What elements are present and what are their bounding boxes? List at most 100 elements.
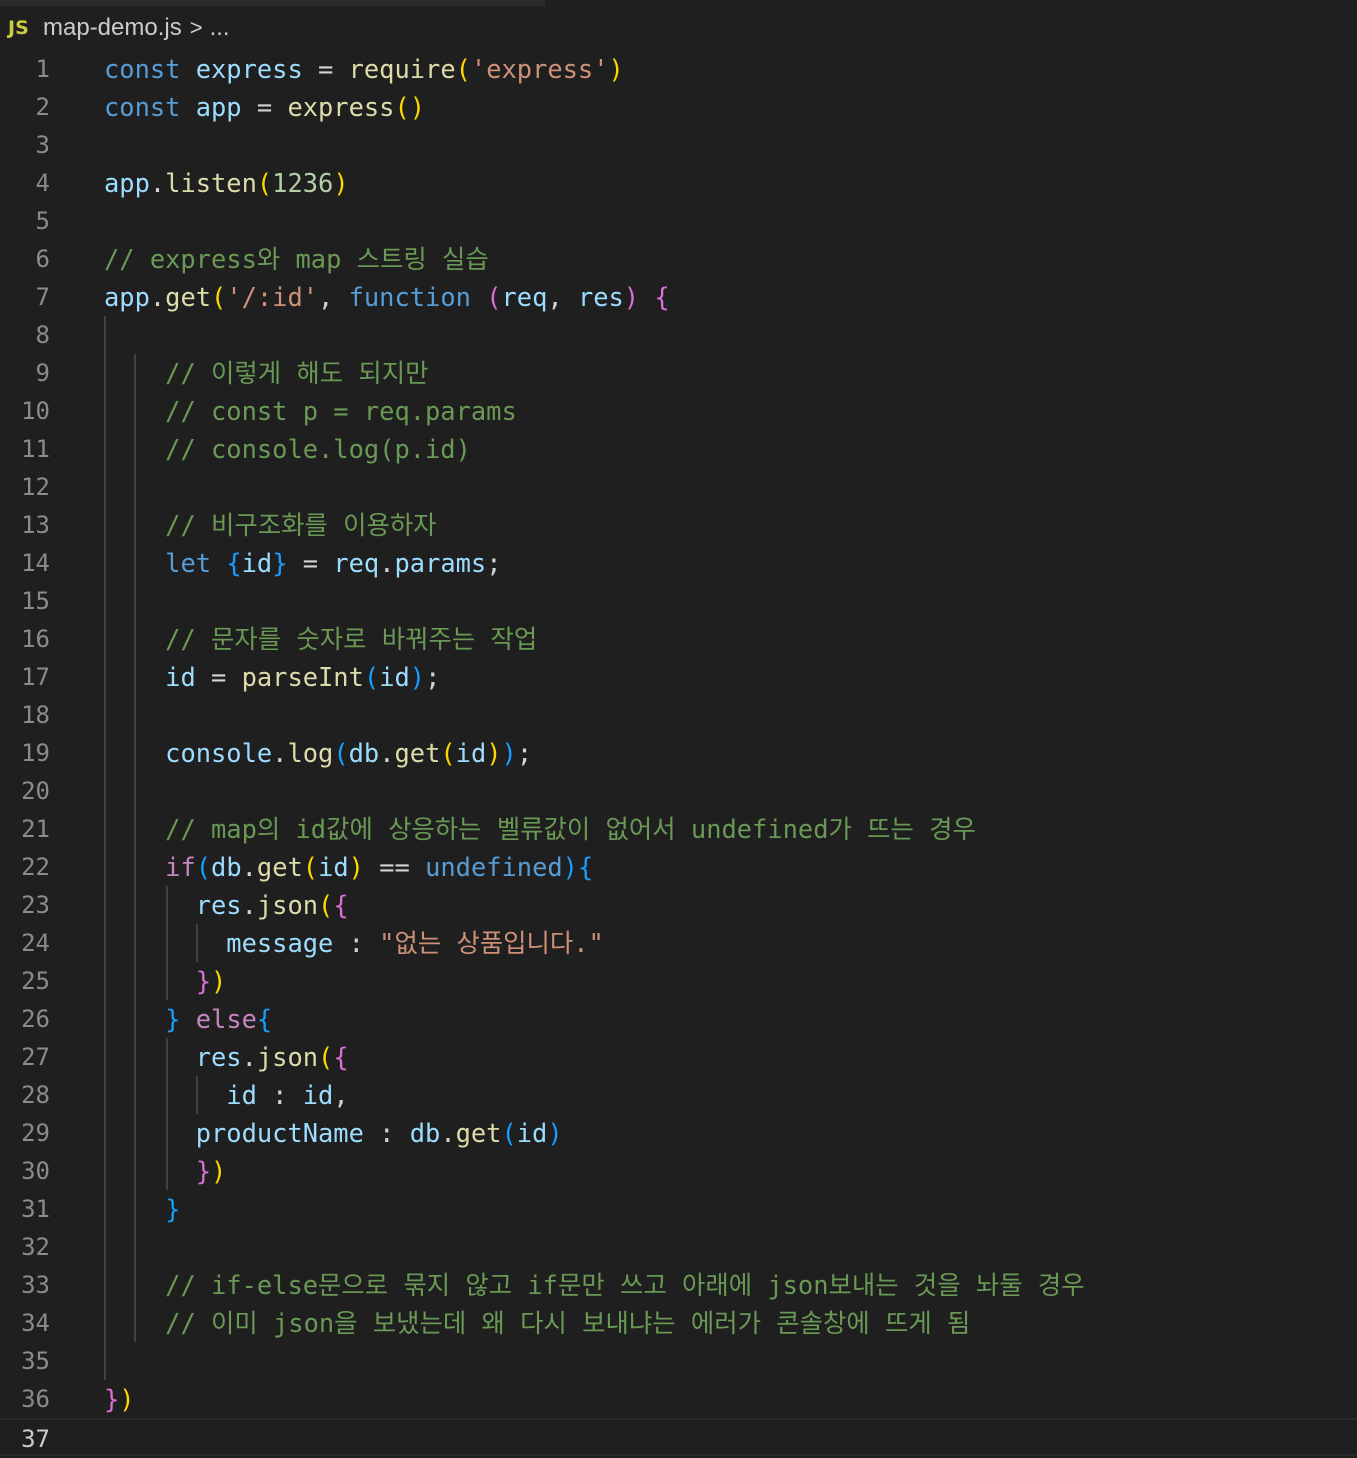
code-line[interactable]: 19 console.log(db.get(id)); [0,734,1357,772]
breadcrumb-symbols[interactable]: ... [210,14,230,42]
code-line[interactable]: 5 [0,202,1357,240]
code-line[interactable]: 14 let {id} = req.params; [0,544,1357,582]
code-line[interactable]: 28 id : id, [0,1076,1357,1114]
code-text[interactable]: res.json({ [104,886,349,924]
code-token: res [577,282,624,312]
code-line[interactable]: 9 // 이렇게 해도 되지만 [0,354,1357,392]
code-text[interactable]: }) [104,1380,135,1418]
code-line[interactable]: 10 // const p = req.params [0,392,1357,430]
code-line[interactable]: 21 // map의 id값에 상응하는 벨류값이 없어서 undefined가… [0,810,1357,848]
code-line[interactable]: 7 app.get('/:id', function (req, res) { [0,278,1357,316]
code-token: app [104,168,150,198]
code-line[interactable]: 30 }) [0,1152,1357,1190]
code-token: } [195,966,212,996]
code-token: message [226,928,334,958]
code-line[interactable]: 34 // 이미 json을 보냈는데 왜 다시 보내냐는 에러가 콘솔창에 뜨… [0,1304,1357,1342]
code-token: id [241,548,273,578]
code-text[interactable]: // 이미 json을 보냈는데 왜 다시 보내냐는 에러가 콘솔창에 뜨게 됨 [104,1304,970,1342]
code-text[interactable]: // if-else문으로 묶지 않고 if문만 쓰고 아래에 json보내는 … [104,1266,1084,1304]
code-line[interactable]: 15 [0,582,1357,620]
code-text[interactable]: res.json({ [104,1038,349,1076]
code-token: ( [256,168,273,198]
code-text[interactable]: id = parseInt(id); [104,658,440,696]
code-line[interactable]: 4 app.listen(1236) [0,164,1357,202]
code-token: express [195,54,303,84]
line-number: 25 [21,967,50,995]
code-text[interactable]: // 비구조화를 이용하자 [104,506,436,544]
code-token: . [379,548,395,578]
code-token: == [363,852,426,882]
code-text[interactable]: const express = require('express') [104,50,624,88]
code-line[interactable]: 17 id = parseInt(id); [0,658,1357,696]
code-text[interactable]: // express와 map 스트링 실습 [104,240,489,278]
code-token: // console.log(p.id) [165,434,471,464]
code-token: ) [211,966,227,996]
line-number: 32 [21,1233,50,1261]
code-text[interactable]: id : id, [104,1076,348,1114]
line-number: 29 [21,1119,50,1147]
code-line[interactable]: 18 [0,696,1357,734]
code-token: : [363,1118,410,1148]
code-line[interactable]: 11 // console.log(p.id) [0,430,1357,468]
code-token: res [195,1042,242,1072]
code-line[interactable]: 36}) [0,1380,1357,1418]
code-text[interactable]: // console.log(p.id) [104,430,471,468]
code-line[interactable]: 3 [0,126,1357,164]
breadcrumb-file[interactable]: map-demo.js [43,14,182,42]
code-text[interactable]: }) [104,962,227,1000]
code-line[interactable]: 33 // if-else문으로 묶지 않고 if문만 쓰고 아래에 json보… [0,1266,1357,1304]
code-line[interactable]: 25 }) [0,962,1357,1000]
code-line[interactable]: 16 // 문자를 숫자로 바꿔주는 작업 [0,620,1357,658]
code-text[interactable]: } [104,1190,180,1228]
code-editor[interactable]: 1 const express = require('express') 2 cons… [0,50,1357,1456]
code-line[interactable]: 13 // 비구조화를 이용하자 [0,506,1357,544]
code-text[interactable]: let {id} = req.params; [104,544,501,582]
code-line[interactable]: 2 const app = express() [0,88,1357,126]
code-token: ( [363,662,380,692]
code-text[interactable]: message : "없는 상품입니다." [104,924,604,962]
code-line[interactable]: 6 // express와 map 스트링 실습 [0,240,1357,278]
code-text[interactable]: const app = express() [104,88,425,126]
code-line[interactable]: 29 productName : db.get(id) [0,1114,1357,1152]
code-token: express [287,92,395,122]
code-line[interactable]: 24 message : "없는 상품입니다." [0,924,1357,962]
line-number: 19 [21,739,50,767]
code-text[interactable]: } else{ [104,1000,272,1038]
code-line[interactable]: 23 res.json({ [0,886,1357,924]
code-text[interactable]: app.listen(1236) [104,164,349,202]
code-token: res [195,890,242,920]
code-text[interactable]: console.log(db.get(id)); [104,734,532,772]
code-text[interactable]: }) [104,1152,227,1190]
code-line[interactable]: 26 } else{ [0,1000,1357,1038]
code-text[interactable]: if(db.get(id) == undefined){ [104,848,593,886]
code-text[interactable]: // const p = req.params [104,392,517,430]
code-text[interactable]: // 문자를 숫자로 바꿔주는 작업 [104,620,537,658]
code-token: { [333,1042,349,1072]
code-line[interactable]: 8 [0,316,1357,354]
code-line[interactable]: 27 res.json({ [0,1038,1357,1076]
line-number: 12 [21,473,50,501]
code-line[interactable]: 31 } [0,1190,1357,1228]
code-token: id [318,852,349,882]
code-text[interactable]: productName : db.get(id) [104,1114,563,1152]
code-text[interactable]: // 이렇게 해도 되지만 [104,354,428,392]
code-token: = [195,662,242,692]
code-text[interactable]: // map의 id값에 상응하는 벨류값이 없어서 undefined가 뜨는… [104,810,976,848]
code-text[interactable]: app.get('/:id', function (req, res) { [104,278,670,316]
code-line[interactable]: 12 [0,468,1357,506]
code-line[interactable]: 1 const express = require('express') [0,50,1357,88]
code-token: 'express' [470,54,609,84]
code-line[interactable]: 32 [0,1228,1357,1266]
code-line[interactable]: 20 [0,772,1357,810]
code-line[interactable]: 22 if(db.get(id) == undefined){ [0,848,1357,886]
code-line[interactable]: 37 [0,1418,1357,1456]
code-token: get [394,738,441,768]
code-token: "없는 상품입니다." [379,928,604,958]
code-line[interactable]: 35 [0,1342,1357,1380]
